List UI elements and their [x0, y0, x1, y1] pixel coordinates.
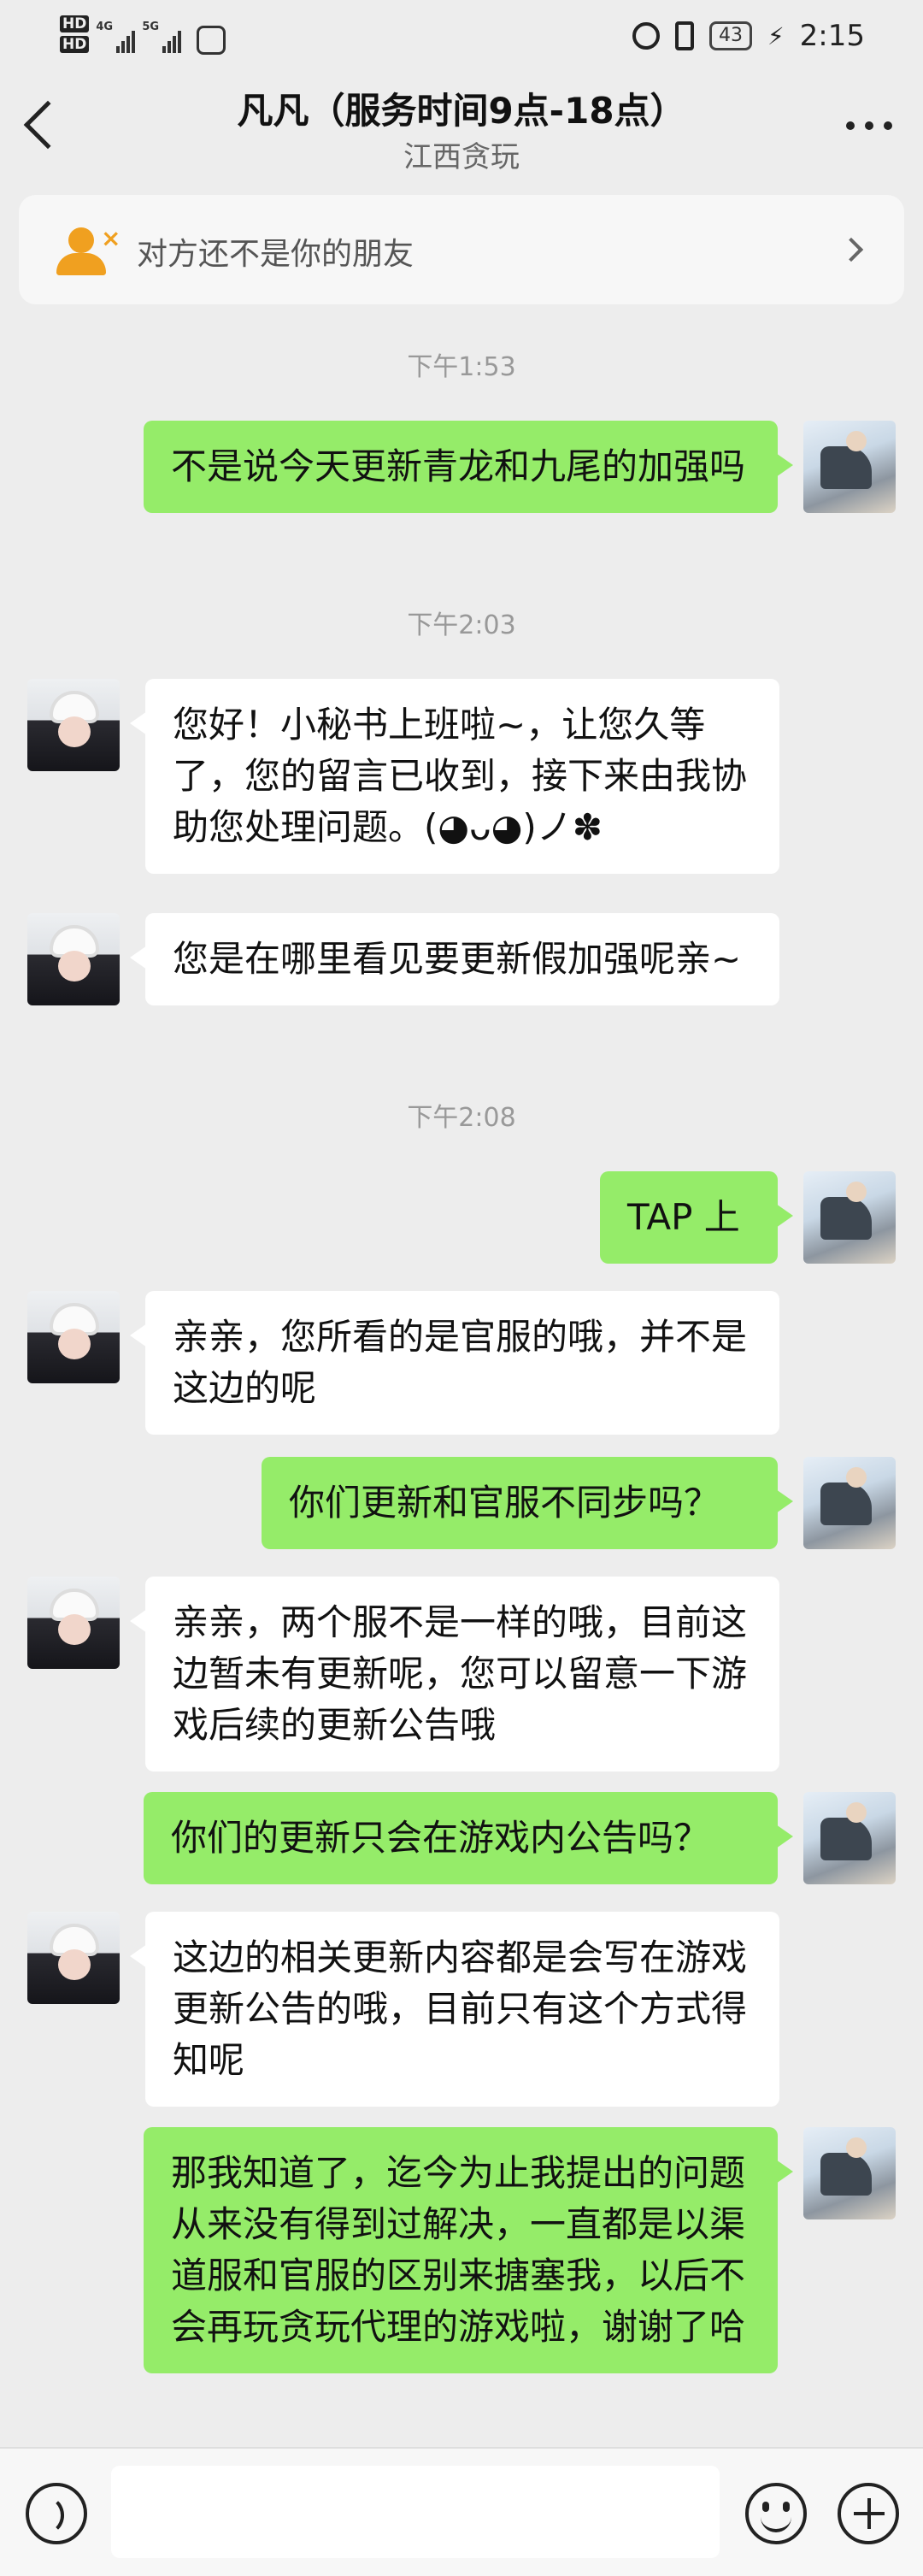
avatar-me[interactable] [803, 2127, 896, 2219]
message-bubble-sent[interactable]: 不是说今天更新青龙和九尾的加强吗 [144, 421, 793, 513]
message-bubble-sent[interactable]: 你们的更新只会在游戏内公告吗？ [144, 1792, 793, 1884]
not-friend-banner[interactable]: × 对方还不是你的朋友 [19, 195, 904, 304]
hd-badge-2: HD [60, 36, 90, 53]
battery-icon: 43 [708, 21, 752, 50]
avatar-me[interactable] [803, 1457, 896, 1549]
chat-input-bar [0, 2447, 923, 2576]
timestamp: 下午2:03 [407, 610, 516, 640]
message-bubble-received[interactable]: 亲亲，两个服不是一样的哦，目前这边暂未有更新呢，您可以留意一下游戏后续的更新公告… [130, 1577, 779, 1771]
network-label-2: 5G [142, 21, 160, 33]
more-dots-icon[interactable] [846, 121, 892, 130]
status-right-icons: 43 ⚡ 2:15 [632, 19, 865, 53]
chat-header: 凡凡（服务时间9点-18点） 江西贪玩 [0, 79, 923, 180]
chat-subtitle: 江西贪玩 [403, 140, 520, 174]
app-notification-icon [197, 26, 226, 55]
avatar-other[interactable] [27, 679, 120, 771]
avatar-me[interactable] [803, 421, 896, 513]
avatar-other[interactable] [27, 913, 120, 1005]
message-bubble-received[interactable]: 这边的相关更新内容都是会写在游戏更新公告的哦，目前只有这个方式得知呢 [130, 1912, 779, 2107]
charging-icon: ⚡ [767, 21, 785, 50]
chevron-right-icon [838, 237, 864, 262]
message-bubble-received[interactable]: 亲亲，您所看的是官服的哦，并不是这边的呢 [130, 1291, 779, 1435]
message-bubble-sent[interactable]: TAP 上 [600, 1171, 793, 1264]
avatar-other[interactable] [27, 1912, 120, 2004]
network-label-1: 4G [96, 21, 114, 33]
status-time: 2:15 [799, 19, 865, 53]
chat-title: 凡凡（服务时间9点-18点） [237, 90, 686, 132]
timestamp: 下午1:53 [407, 352, 516, 382]
avatar-other[interactable] [27, 1291, 120, 1383]
message-bubble-sent[interactable]: 你们更新和官服不同步吗？ [262, 1457, 793, 1549]
avatar-me[interactable] [803, 1792, 896, 1884]
alarm-icon [632, 22, 660, 50]
status-bar: HD HD 4G 5G 43 ⚡ 2:15 [0, 0, 923, 79]
not-friend-text: 对方还不是你的朋友 [137, 237, 414, 272]
emoji-icon[interactable] [745, 2483, 807, 2544]
timestamp: 下午2:08 [407, 1103, 516, 1133]
signal-icon-1: 4G [96, 15, 136, 53]
plus-icon[interactable] [838, 2483, 899, 2544]
message-bubble-sent[interactable]: 那我知道了，迄今为止我提出的问题从来没有得到过解决，一直都是以渠道服和官服的区别… [144, 2127, 793, 2373]
message-bubble-received[interactable]: 您好！小秘书上班啦~，让您久等了，您的留言已收到，接下来由我协助您处理问题。(◕… [130, 679, 779, 874]
message-input[interactable] [111, 2466, 720, 2558]
signal-icon-2: 5G [142, 15, 182, 53]
avatar-me[interactable] [803, 1171, 896, 1264]
status-left-icons: HD HD 4G 5G [60, 15, 226, 55]
person-x-icon: × [56, 224, 121, 279]
avatar-other[interactable] [27, 1577, 120, 1669]
vibrate-icon [674, 21, 694, 50]
voice-icon[interactable] [26, 2483, 87, 2544]
hd-badge-1: HD [60, 15, 90, 32]
message-bubble-received[interactable]: 您是在哪里看见要更新假加强呢亲~ [130, 913, 779, 1005]
